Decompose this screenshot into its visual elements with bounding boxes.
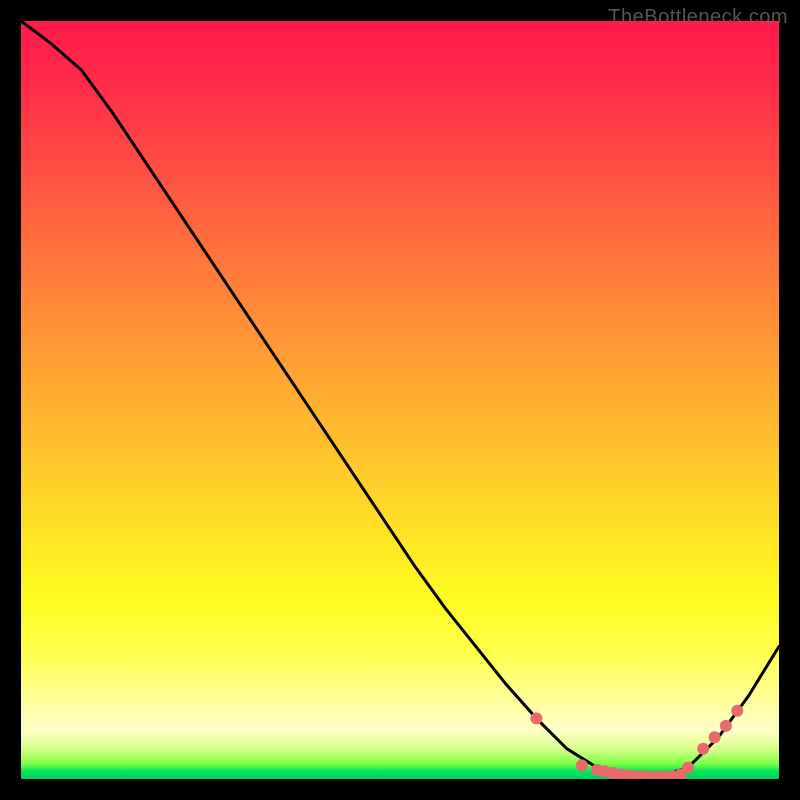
plot-background — [21, 21, 779, 779]
chart-container: TheBottleneck.com — [0, 0, 800, 800]
